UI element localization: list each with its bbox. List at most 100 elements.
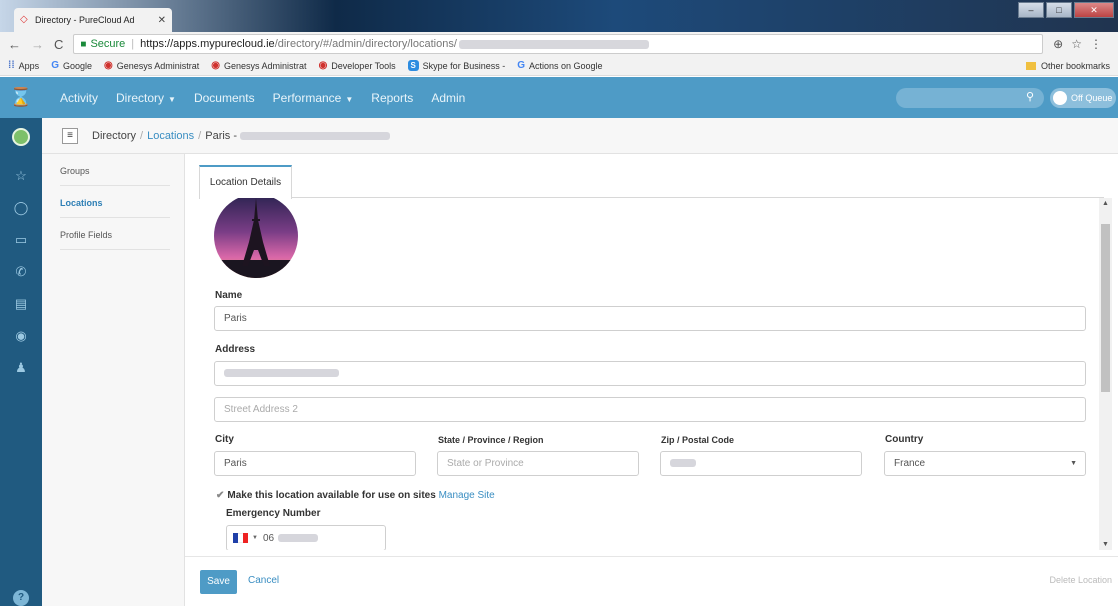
zip-field[interactable] xyxy=(660,451,862,476)
address-field[interactable] xyxy=(214,361,1086,386)
breadcrumb-locations[interactable]: Locations xyxy=(147,130,194,142)
save-button[interactable]: Save xyxy=(200,570,237,594)
browser-tab[interactable]: ◇ Directory - PureCloud Ad ✕ xyxy=(14,8,172,32)
breadcrumb-directory[interactable]: Directory xyxy=(92,130,136,142)
redacted-address xyxy=(224,369,339,378)
nav-reports[interactable]: Reports xyxy=(371,91,413,105)
video-icon[interactable]: ▭ xyxy=(0,224,42,256)
browser-actions: ⊕☆⋮ xyxy=(1053,37,1110,51)
breadcrumb: ≡ Directory / Locations / Paris - xyxy=(42,118,1118,154)
redacted-zip xyxy=(670,459,696,468)
state-label: State / Province / Region xyxy=(438,435,544,445)
star-icon[interactable]: ☆ xyxy=(1071,37,1090,51)
genesys-favicon-icon: ◇ xyxy=(20,14,28,25)
maximize-button[interactable]: □ xyxy=(1046,2,1072,18)
manage-site-link[interactable]: Manage Site xyxy=(439,490,495,501)
scroll-down-icon[interactable]: ▼ xyxy=(1102,541,1109,548)
target-icon[interactable]: ⊕ xyxy=(1053,37,1071,51)
nav-performance[interactable]: Performance ▼ xyxy=(273,91,354,105)
tab-location-details[interactable]: Location Details xyxy=(199,165,292,199)
phone-icon[interactable]: ✆ xyxy=(0,256,42,288)
redacted-id xyxy=(458,39,649,49)
checkbox-checked-icon[interactable]: ✔ xyxy=(216,490,224,501)
skype-icon: S xyxy=(407,60,419,71)
bookmark-developer-tools[interactable]: ◉ Developer Tools xyxy=(319,60,396,71)
genesys-icon: ◉ xyxy=(104,60,113,71)
name-field[interactable]: Paris xyxy=(214,306,1086,331)
sidebar-item-groups[interactable]: Groups xyxy=(60,154,170,186)
address-label: Address xyxy=(215,344,256,355)
hamburger-menu-icon[interactable]: ≡ xyxy=(62,127,78,144)
url-path: /directory/#/admin/directory/locations/ xyxy=(274,38,457,50)
scroll-up-icon[interactable]: ▲ xyxy=(1102,200,1109,207)
country-label: Country xyxy=(885,434,924,445)
bookmark-skype[interactable]: S Skype for Business - xyxy=(407,60,505,71)
tab-title: Directory - PureCloud Ad xyxy=(35,15,135,25)
nav-directory[interactable]: Directory ▼ xyxy=(116,91,176,105)
location-photo[interactable] xyxy=(214,198,298,278)
app-topnav: ⌛ Activity Directory ▼ Documents Performa… xyxy=(0,77,1118,118)
inbox-icon[interactable]: ▤ xyxy=(0,288,42,320)
reload-icon[interactable]: C xyxy=(54,37,63,52)
bookmark-genesys-2[interactable]: ◉ Genesys Administrat xyxy=(211,60,306,71)
close-window-button[interactable]: ✕ xyxy=(1074,2,1114,18)
purecloud-logo-icon[interactable]: ⌛ xyxy=(0,77,42,118)
breadcrumb-current: Paris - xyxy=(205,129,238,142)
close-tab-icon[interactable]: ✕ xyxy=(158,15,166,26)
avatar[interactable] xyxy=(12,128,30,146)
emergency-number-label: Emergency Number xyxy=(226,508,321,519)
bookmark-google[interactable]: G Google xyxy=(51,60,92,71)
search-input[interactable]: ⚲ xyxy=(896,88,1044,108)
country-select[interactable]: France ▼ xyxy=(884,451,1086,476)
queue-toggle[interactable]: Off Queue xyxy=(1050,88,1116,108)
bookmark-apps[interactable]: ⁞⁞ Apps xyxy=(8,60,39,71)
bookmark-actions-google[interactable]: G Actions on Google xyxy=(517,60,602,71)
toggle-knob xyxy=(1053,91,1067,105)
google-icon: G xyxy=(51,60,59,71)
settings-icon[interactable]: ◉ xyxy=(0,320,42,352)
help-icon[interactable]: ? xyxy=(13,590,29,606)
zip-label: Zip / Postal Code xyxy=(661,435,735,445)
location-form: Name Paris Address Street Address 2 City… xyxy=(199,198,1101,550)
redacted-phone xyxy=(278,534,319,542)
browser-titlebar: ◇ Directory - PureCloud Ad ✕ – □ ✕ xyxy=(0,0,1118,32)
chat-icon[interactable]: ◯ xyxy=(0,192,42,224)
directory-sidebar: Groups Locations Profile Fields xyxy=(42,154,185,606)
bookmarks-bar: ⁞⁞ Apps G Google ◉ Genesys Administrat ◉ Gen… xyxy=(0,56,1118,76)
sidebar-item-locations[interactable]: Locations xyxy=(60,186,170,218)
delete-location-button[interactable]: Delete Location xyxy=(1049,575,1112,585)
favorites-star-icon[interactable]: ☆ xyxy=(0,160,42,192)
url-field[interactable]: ■ Secure | https://apps.mypurecloud.ie /… xyxy=(73,34,1044,54)
nav-documents[interactable]: Documents xyxy=(194,91,255,105)
genesys-icon: ◉ xyxy=(211,60,221,71)
people-icon[interactable]: ♟ xyxy=(0,352,42,384)
chevron-down-icon: ▼ xyxy=(1070,460,1077,467)
window-controls: – □ ✕ xyxy=(1018,2,1114,18)
forward-icon[interactable]: → xyxy=(31,37,44,52)
scroll-thumb[interactable] xyxy=(1101,224,1110,392)
form-footer: Save Cancel Delete Location xyxy=(185,556,1118,606)
url-host: https://apps.mypurecloud.ie xyxy=(140,38,275,50)
cancel-button[interactable]: Cancel xyxy=(248,575,279,586)
sidebar-item-profile-fields[interactable]: Profile Fields xyxy=(60,218,170,250)
other-bookmarks[interactable]: Other bookmarks xyxy=(1025,61,1110,71)
minimize-button[interactable]: – xyxy=(1018,2,1044,18)
bookmark-genesys-1[interactable]: ◉ Genesys Administrat xyxy=(104,60,199,71)
nav-activity[interactable]: Activity xyxy=(60,91,98,105)
emergency-number-field[interactable]: ▼ 06 xyxy=(226,525,386,550)
search-icon: ⚲ xyxy=(1025,91,1034,103)
state-field[interactable]: State or Province xyxy=(437,451,639,476)
tab-strip: Location Details xyxy=(199,165,1104,199)
lock-icon: ■ xyxy=(80,38,87,50)
city-field[interactable]: Paris xyxy=(214,451,416,476)
city-label: City xyxy=(215,434,234,445)
menu-icon[interactable]: ⋮ xyxy=(1090,37,1110,51)
vertical-scrollbar[interactable]: ▲ ▼ xyxy=(1099,198,1112,550)
chevron-down-icon: ▼ xyxy=(252,535,258,541)
street-address-2-field[interactable]: Street Address 2 xyxy=(214,397,1086,422)
nav-admin[interactable]: Admin xyxy=(431,91,465,105)
france-flag-icon[interactable] xyxy=(233,533,248,543)
chevron-down-icon: ▼ xyxy=(345,94,354,104)
eiffel-tower-image xyxy=(214,198,298,278)
back-icon[interactable]: ← xyxy=(8,37,21,52)
